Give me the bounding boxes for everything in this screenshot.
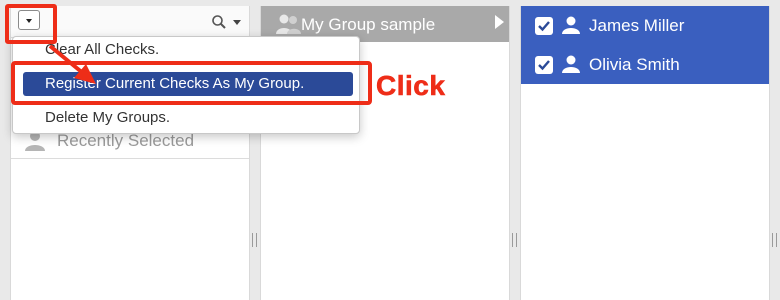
checkbox[interactable]	[535, 17, 553, 35]
search-input[interactable]	[63, 12, 213, 32]
app-root: Recently Selected My Group sample James …	[0, 0, 780, 300]
menu-item-delete-my-groups[interactable]: Delete My Groups.	[23, 106, 353, 130]
person-icon	[562, 55, 580, 73]
menu-item-clear-all-checks[interactable]: Clear All Checks.	[23, 38, 353, 62]
user-name: James Miller	[589, 16, 685, 35]
search-options-chevron-down-icon[interactable]	[233, 20, 241, 25]
annotation-highlight-toggle	[5, 4, 57, 44]
annotation-click-label: Click	[376, 70, 446, 102]
group-title: My Group sample	[301, 15, 436, 34]
splitter-handle[interactable]	[512, 233, 517, 247]
person-icon	[562, 16, 580, 34]
splitter-handle[interactable]	[772, 233, 777, 247]
recently-selected-label: Recently Selected	[57, 131, 195, 150]
search-icon[interactable]	[211, 14, 227, 30]
list-item[interactable]: James Miller	[521, 6, 769, 45]
user-name: Olivia Smith	[589, 55, 680, 74]
right-panel: James Miller Olivia Smith	[520, 6, 770, 300]
splitter-handle[interactable]	[252, 233, 257, 247]
check-icon	[538, 21, 550, 32]
checkbox[interactable]	[535, 56, 553, 74]
list-item[interactable]: Olivia Smith	[521, 45, 769, 84]
group-icon	[276, 14, 301, 34]
selected-users-list: James Miller Olivia Smith	[521, 6, 769, 84]
check-icon	[538, 60, 550, 71]
annotation-highlight-menu-item	[11, 61, 372, 105]
chevron-right-icon[interactable]	[495, 15, 504, 29]
